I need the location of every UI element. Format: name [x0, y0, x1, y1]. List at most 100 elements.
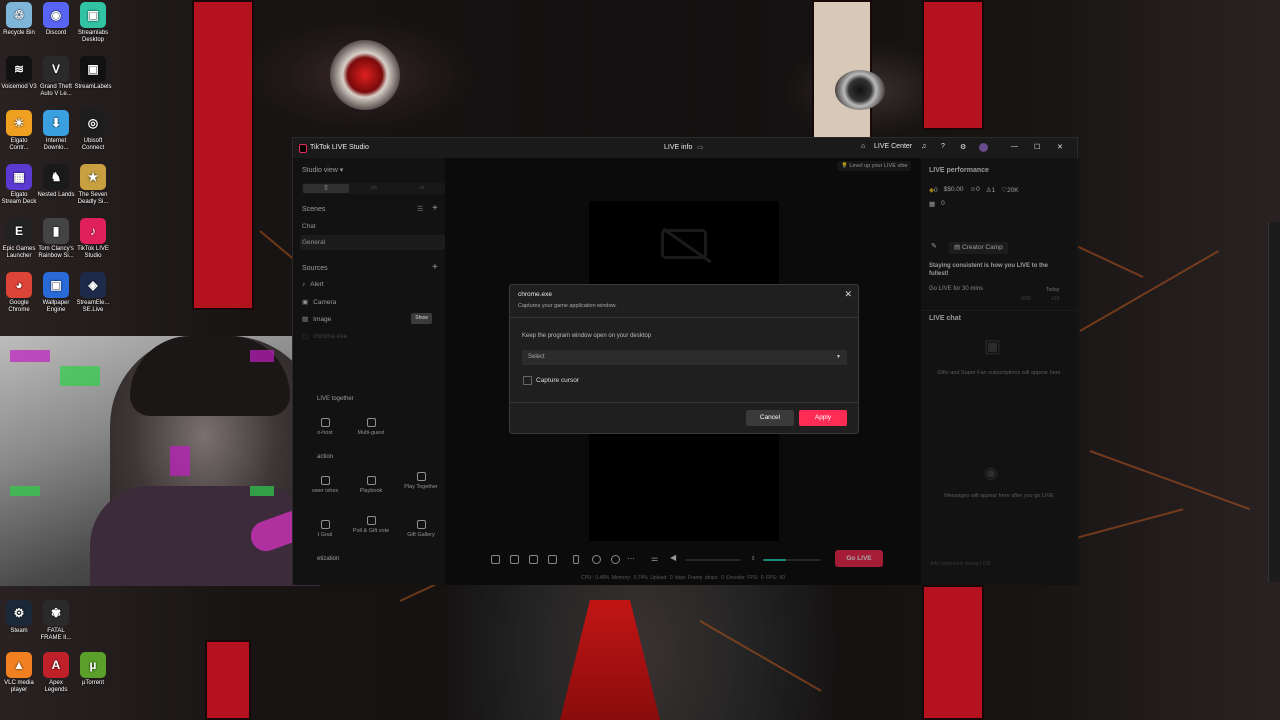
desktop-icon[interactable]: ☀ Elgato Contr...	[0, 110, 38, 152]
ubisoft-icon: ◎	[80, 110, 106, 136]
bell-icon[interactable]: ♫	[921, 143, 926, 150]
dialog-subtitle: Captures your game application window.	[518, 303, 617, 309]
glitch-artifact	[10, 486, 40, 496]
select-placeholder: Select	[528, 354, 545, 360]
desktop-icon[interactable]: ♞ Nested Lands	[37, 164, 75, 199]
desktop-icon-label: Tom Clancy's Rainbow Si...	[38, 246, 74, 259]
fatal-frame-icon: ✾	[43, 600, 69, 626]
wallpaper-crack	[1079, 250, 1220, 332]
desktop-icon[interactable]: ◈ StreamEle... SE.Live	[74, 272, 112, 314]
desktop-icon-label: FATAL FRAME II...	[40, 628, 72, 641]
live-center-button[interactable]: LIVE Center	[874, 143, 912, 150]
keep-window-label: Keep the program window open on your des…	[522, 333, 652, 339]
help-icon[interactable]: ?	[941, 143, 945, 150]
desktop-icon[interactable]: ≋ Voicemod V3	[0, 56, 38, 91]
desktop-icon[interactable]: ♲ Recycle Bin	[0, 2, 38, 37]
capture-cursor-label: Capture cursor	[536, 377, 579, 384]
wallpaper-engine-icon: ▣	[43, 272, 69, 298]
wallpaper-banner	[192, 0, 254, 310]
desktop-icon-label: Google Chrome	[8, 300, 30, 313]
cancel-button[interactable]: Cancel	[746, 410, 794, 426]
steam-icon: ⚙	[6, 600, 32, 626]
wallpaper-eye	[835, 70, 885, 110]
elgato-control-icon: ☀	[6, 110, 32, 136]
capture-cursor-checkbox[interactable]	[523, 376, 532, 385]
desktop-icon-label: Apex Legends	[44, 680, 68, 693]
wallpaper-banner	[922, 585, 984, 720]
desktop-icon[interactable]: ▣ Wallpaper Engine	[37, 272, 75, 314]
desktop-icon[interactable]: ▣ Streamlabs Desktop	[74, 2, 112, 44]
desktop-icon[interactable]: ⬇ Internet Downlo...	[37, 110, 75, 152]
desktop-icon[interactable]: ◎ Ubisoft Connect	[74, 110, 112, 152]
idm-icon: ⬇	[43, 110, 69, 136]
desktop-icon-label: µTorrent	[81, 680, 105, 686]
desktop-icon-label: Voicemod V3	[1, 84, 37, 90]
maximize-icon[interactable]: ☐	[1034, 143, 1040, 151]
desktop-icon[interactable]: ▦ Elgato Stream Deck	[0, 164, 38, 206]
wallpaper-eye	[330, 40, 400, 110]
recycle-bin-icon: ♲	[6, 2, 32, 28]
window-select[interactable]: Select ▼	[522, 350, 847, 365]
epic-games-icon: E	[6, 218, 32, 244]
desktop-icon-label: Streamlabs Desktop	[77, 30, 109, 43]
side-window-edge	[1268, 222, 1280, 582]
streamelements-icon: ◈	[80, 272, 106, 298]
streamlabels-icon: ▣	[80, 56, 106, 82]
desktop-icon[interactable]: ▣ StreamLabels	[74, 56, 112, 91]
desktop-icon-label: StreamLabels	[74, 84, 112, 90]
desktop-icon[interactable]: ▲ VLC media player	[0, 652, 38, 694]
desktop-icon[interactable]: V Grand Theft Auto V Le...	[37, 56, 75, 98]
wallpaper-crack	[1089, 450, 1251, 511]
glitch-artifact	[250, 486, 274, 496]
apply-button[interactable]: Apply	[799, 410, 847, 426]
apex-icon: A	[43, 652, 69, 678]
close-icon[interactable]: ✕	[1057, 143, 1063, 151]
wallpaper-banner	[205, 640, 251, 720]
wallpaper-tie	[560, 600, 660, 720]
discord-icon: ◉	[43, 2, 69, 28]
desktop-icon[interactable]: ★ The Seven Deadly Si...	[74, 164, 112, 206]
chevron-down-icon: ▼	[836, 354, 841, 360]
share-icon[interactable]: ⇨	[697, 143, 704, 152]
desktop-icon[interactable]: ✾ FATAL FRAME II...	[37, 600, 75, 642]
minimize-icon[interactable]: —	[1011, 143, 1018, 150]
streamlabs-icon: ▣	[80, 2, 106, 28]
glitch-artifact	[250, 350, 274, 362]
desktop-icon[interactable]: A Apex Legends	[37, 652, 75, 694]
gear-icon[interactable]: ⚙	[960, 143, 966, 151]
glitch-artifact	[60, 366, 100, 386]
desktop-icon[interactable]: µ µTorrent	[74, 652, 112, 687]
divider	[510, 402, 858, 403]
title-bar: TikTok LIVE Studio LIVE info ⇨ ⌂ LIVE Ce…	[293, 138, 1079, 158]
dialog-title: chrome.exe	[518, 291, 552, 298]
desktop-icon-label: StreamEle... SE.Live	[76, 300, 110, 313]
desktop-icon-label: Epic Games Launcher	[2, 246, 36, 259]
streamer-hair	[130, 336, 290, 416]
close-icon[interactable]: ✕	[844, 289, 852, 300]
glitch-artifact	[10, 350, 50, 362]
webcam-overlay	[0, 336, 320, 586]
desktop-icon[interactable]: ◉ Discord	[37, 2, 75, 37]
desktop-icon-label: Nested Lands	[37, 192, 75, 198]
desktop-icon-label: Elgato Contr...	[9, 138, 29, 151]
desktop-icon-label: The Seven Deadly Si...	[77, 192, 109, 205]
live-info-title[interactable]: LIVE info	[664, 144, 692, 151]
wallpaper-banner	[922, 0, 984, 130]
desktop-icon-label: Steam	[10, 628, 28, 634]
home-icon: ⌂	[861, 143, 866, 150]
desktop-icon-label: Recycle Bin	[3, 30, 35, 36]
wallpaper-crack	[699, 620, 822, 692]
desktop-icon[interactable]: ▮ Tom Clancy's Rainbow Si...	[37, 218, 75, 260]
desktop-icon[interactable]: E Epic Games Launcher	[0, 218, 38, 260]
voicemod-icon: ≋	[6, 56, 32, 82]
desktop-icon-label: VLC media player	[4, 680, 34, 693]
stream-deck-icon: ▦	[6, 164, 32, 190]
vlc-icon: ▲	[6, 652, 32, 678]
glitch-artifact	[170, 446, 190, 476]
desktop-icon[interactable]: ♪ TikTok LIVE Studio	[74, 218, 112, 260]
app-title: TikTok LIVE Studio	[310, 144, 369, 151]
tiktok-live-icon: ♪	[80, 218, 106, 244]
avatar[interactable]	[979, 143, 988, 152]
desktop-icon[interactable]: ◕ Google Chrome	[0, 272, 38, 314]
desktop-icon[interactable]: ⚙ Steam	[0, 600, 38, 635]
